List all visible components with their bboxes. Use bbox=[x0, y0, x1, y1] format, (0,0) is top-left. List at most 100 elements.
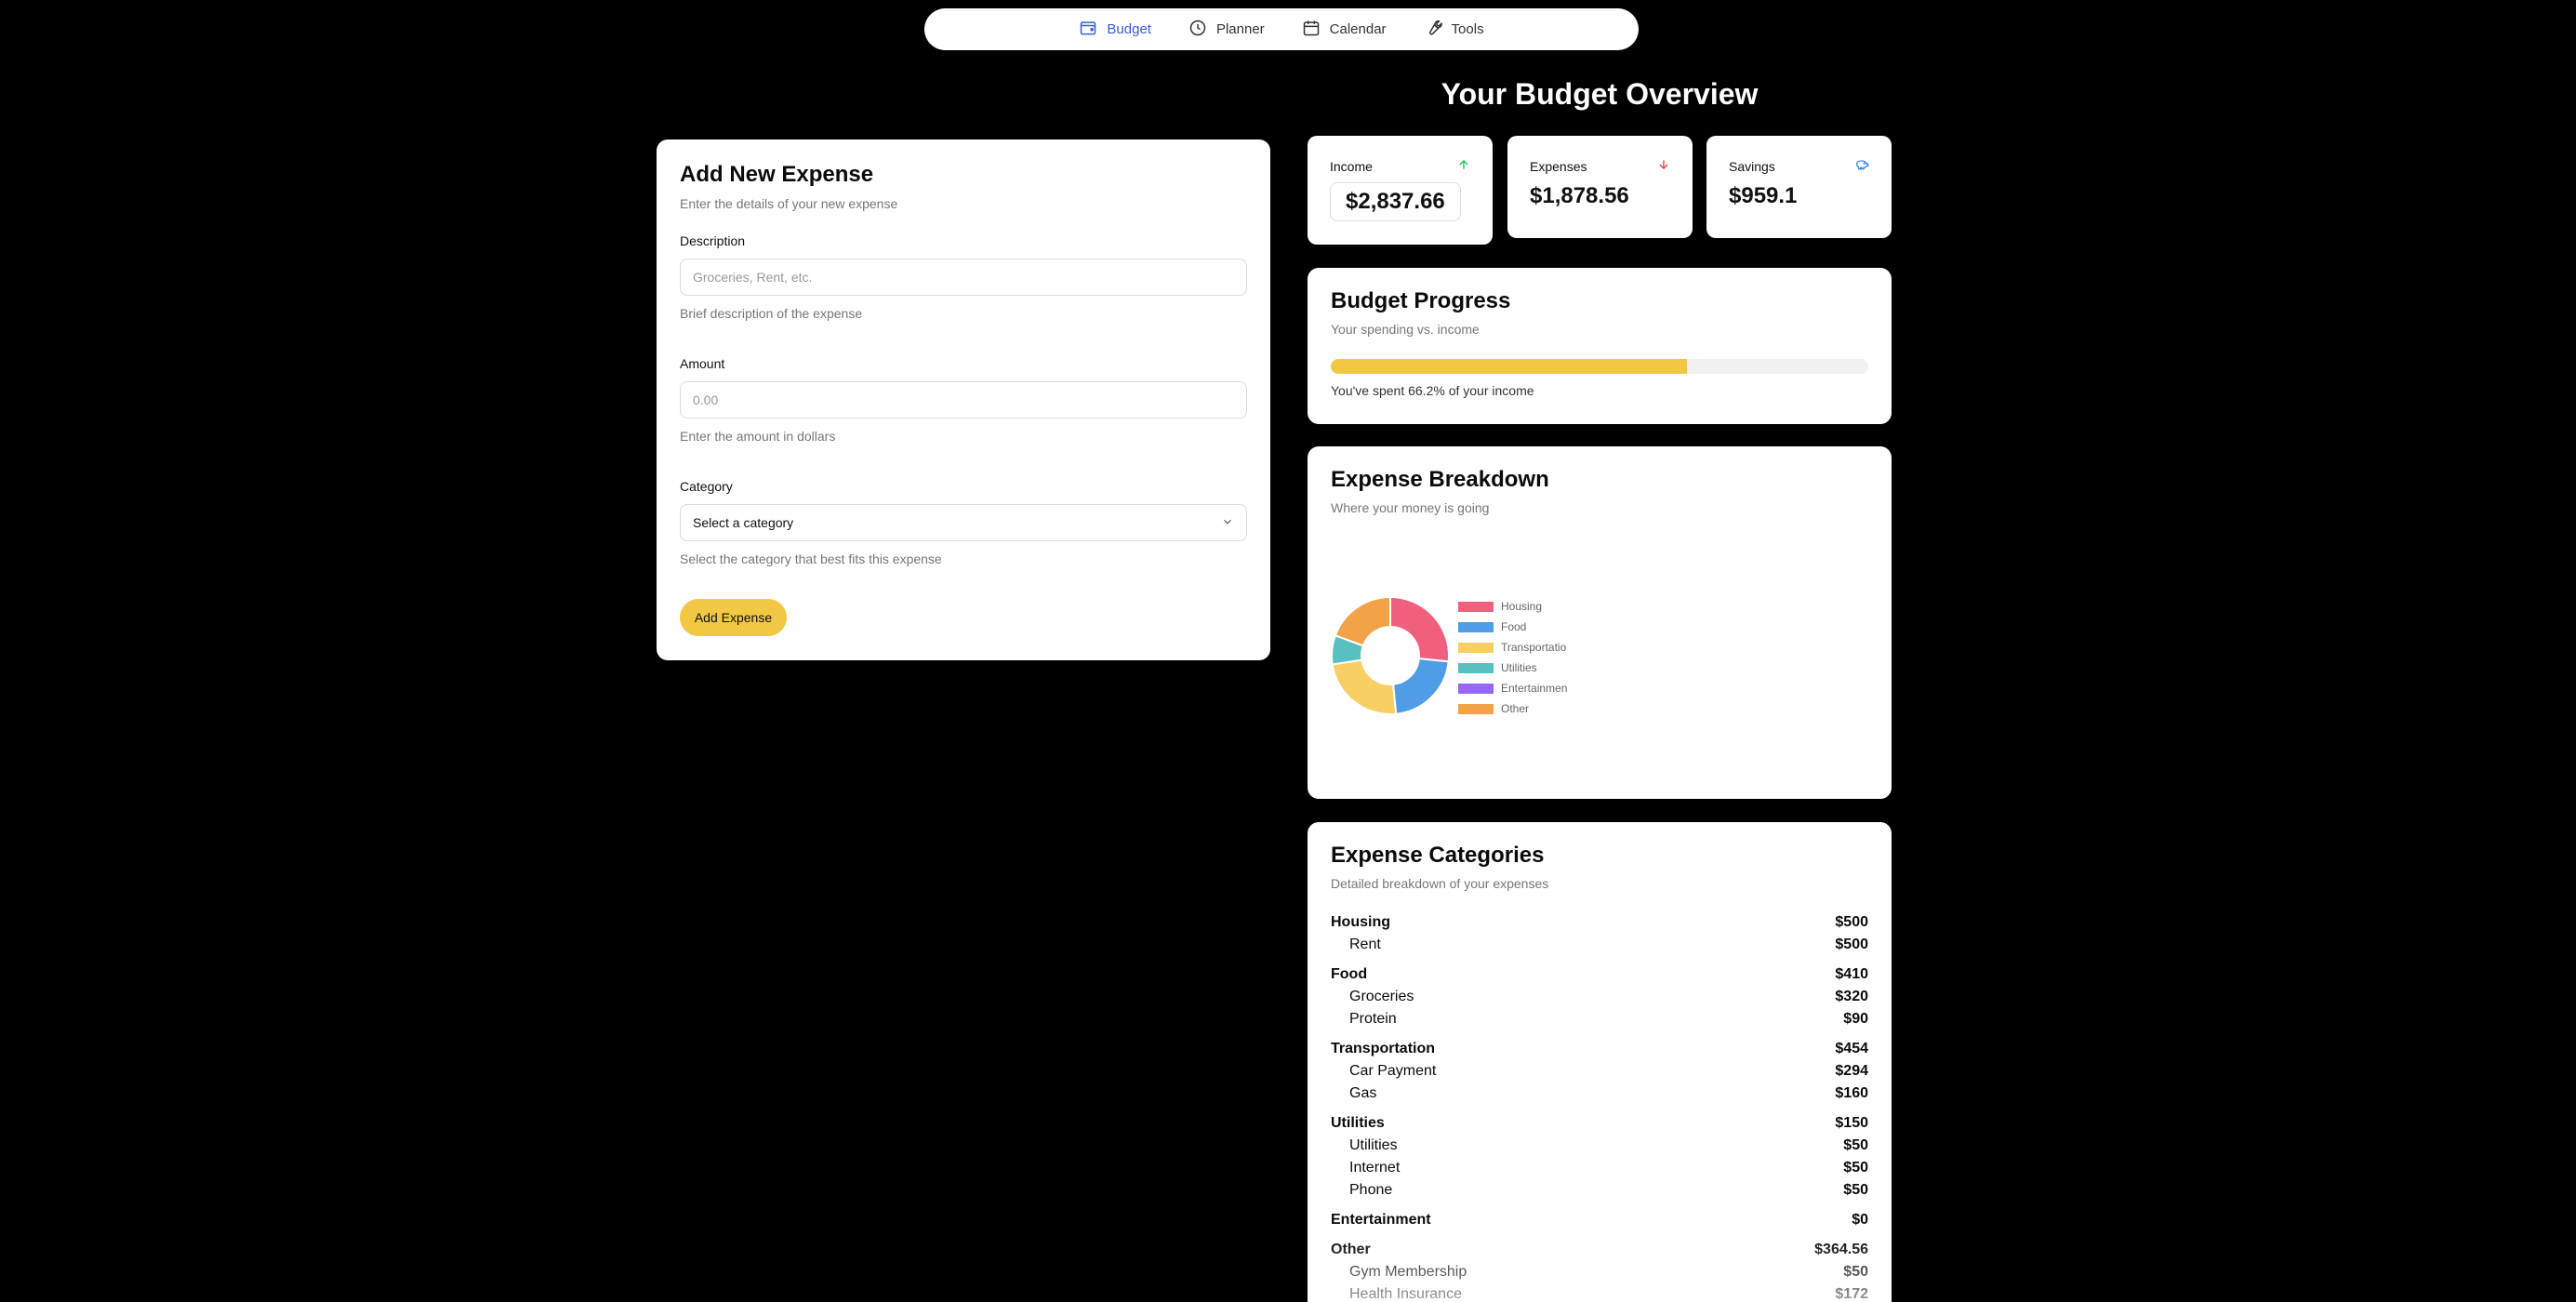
category-name: Entertainment bbox=[1331, 1212, 1431, 1228]
category-row: Other $364.56 bbox=[1331, 1239, 1868, 1261]
budget-progress-card: Budget Progress Your spending vs. income… bbox=[1308, 268, 1892, 424]
category-row: Entertainment $0 bbox=[1331, 1209, 1868, 1231]
legend-item-transportation: Transportatio bbox=[1458, 637, 1570, 658]
expense-item-name: Groceries bbox=[1349, 989, 1414, 1004]
category-row: Housing $500 bbox=[1331, 911, 1868, 934]
breakdown-title: Expense Breakdown bbox=[1331, 467, 1549, 492]
nav-item-calendar[interactable]: Calendar bbox=[1302, 19, 1387, 41]
category-total: $0 bbox=[1852, 1212, 1868, 1228]
wrench-icon bbox=[1424, 19, 1442, 41]
category-name: Transportation bbox=[1331, 1041, 1436, 1056]
amount-help: Enter the amount in dollars bbox=[680, 429, 836, 444]
expense-item-amount: $50 bbox=[1843, 1264, 1868, 1280]
category-group-housing: Housing $500 Rent $500 bbox=[1331, 911, 1868, 956]
expense-item-name: Phone bbox=[1349, 1182, 1393, 1198]
expense-item-row: Protein $90 bbox=[1331, 1008, 1868, 1030]
legend-label: Utilities bbox=[1501, 661, 1537, 674]
chevron-down-icon bbox=[1221, 515, 1234, 531]
legend-swatch bbox=[1458, 683, 1494, 694]
expense-item-row: Rent $500 bbox=[1331, 934, 1868, 956]
category-select-value: Select a category bbox=[693, 515, 794, 530]
expense-item-amount: $50 bbox=[1843, 1182, 1868, 1198]
expense-item-row: Utilities $50 bbox=[1331, 1135, 1868, 1157]
income-label: Income bbox=[1330, 158, 1373, 174]
categories-subtitle: Detailed breakdown of your expenses bbox=[1331, 876, 1549, 891]
expense-item-name: Protein bbox=[1349, 1011, 1397, 1027]
legend-item-entertainment: Entertainmen bbox=[1458, 678, 1570, 698]
add-expense-button[interactable]: Add Expense bbox=[680, 599, 787, 636]
pie-slice-transportation bbox=[1331, 658, 1398, 715]
category-list: Housing $500 Rent $500 Food $410 Groceries $320… bbox=[1331, 911, 1868, 1302]
category-total: $500 bbox=[1835, 914, 1868, 930]
legend-label: Transportatio bbox=[1501, 641, 1567, 654]
description-label: Description bbox=[680, 233, 746, 248]
top-nav: Budget Planner Calendar Tools bbox=[924, 8, 1639, 50]
expense-item-row: Gas $160 bbox=[1331, 1083, 1868, 1105]
form-title: Add New Expense bbox=[680, 162, 874, 187]
legend-swatch bbox=[1458, 642, 1494, 653]
category-row: Transportation $454 bbox=[1331, 1038, 1868, 1060]
category-field-group: Category Select a category Select the ca… bbox=[680, 479, 1247, 566]
legend-label: Housing bbox=[1501, 600, 1543, 613]
progress-subtitle: Your spending vs. income bbox=[1331, 322, 1480, 337]
expense-item-amount: $50 bbox=[1843, 1160, 1868, 1176]
pie-slice-housing bbox=[1389, 595, 1450, 663]
category-label: Category bbox=[680, 479, 733, 494]
progress-bar bbox=[1331, 359, 1868, 374]
legend-swatch bbox=[1458, 601, 1494, 612]
amount-input[interactable]: 0.00 bbox=[680, 381, 1247, 418]
expense-item-amount: $320 bbox=[1835, 989, 1868, 1004]
income-card: Income $2,837.66 bbox=[1308, 136, 1493, 245]
expense-item-row: Health Insurance $172 bbox=[1331, 1283, 1868, 1302]
category-total: $454 bbox=[1835, 1041, 1868, 1056]
category-name: Utilities bbox=[1331, 1115, 1385, 1131]
expense-item-name: Utilities bbox=[1349, 1137, 1398, 1153]
nav-item-planner[interactable]: Planner bbox=[1188, 19, 1265, 41]
clock-icon bbox=[1188, 19, 1207, 41]
expenses-card: Expenses $1,878.56 bbox=[1507, 136, 1693, 238]
expense-item-amount: $294 bbox=[1835, 1063, 1868, 1079]
description-input[interactable]: Groceries, Rent, etc. bbox=[680, 259, 1247, 296]
category-select[interactable]: Select a category bbox=[680, 504, 1247, 541]
expense-item-row: Internet $50 bbox=[1331, 1157, 1868, 1179]
arrow-up-icon bbox=[1457, 158, 1470, 174]
category-help: Select the category that best fits this … bbox=[680, 551, 942, 566]
breakdown-subtitle: Where your money is going bbox=[1331, 500, 1490, 515]
wallet-icon bbox=[1079, 19, 1097, 41]
nav-label-planner: Planner bbox=[1215, 21, 1265, 37]
overview-title: Your Budget Overview bbox=[1441, 77, 1759, 111]
category-name: Food bbox=[1331, 966, 1368, 982]
description-field-group: Description Groceries, Rent, etc. Brief … bbox=[680, 233, 1247, 321]
categories-title: Expense Categories bbox=[1331, 843, 1545, 868]
expense-item-amount: $160 bbox=[1835, 1085, 1868, 1101]
chart-legend: Housing Food Transportatio Utilities Enterta… bbox=[1458, 596, 1570, 719]
legend-item-food: Food bbox=[1458, 617, 1570, 637]
expense-item-amount: $172 bbox=[1835, 1286, 1868, 1302]
expense-breakdown-card: Expense Breakdown Where your money is go… bbox=[1308, 446, 1892, 799]
expense-item-row: Gym Membership $50 bbox=[1331, 1261, 1868, 1283]
category-group-other: Other $364.56 Gym Membership $50 Health Insu… bbox=[1331, 1239, 1868, 1302]
savings-card: Savings $959.1 bbox=[1706, 136, 1892, 238]
legend-label: Food bbox=[1501, 620, 1527, 633]
category-total: $364.56 bbox=[1814, 1242, 1868, 1257]
category-name: Housing bbox=[1331, 914, 1390, 930]
expenses-label: Expenses bbox=[1530, 158, 1587, 174]
category-row: Utilities $150 bbox=[1331, 1112, 1868, 1135]
category-group-food: Food $410 Groceries $320 Protein $90 bbox=[1331, 963, 1868, 1030]
category-name: Other bbox=[1331, 1242, 1371, 1257]
pie-slice-other bbox=[1334, 595, 1391, 647]
nav-item-tools[interactable]: Tools bbox=[1424, 19, 1484, 41]
expense-item-amount: $90 bbox=[1843, 1011, 1868, 1027]
add-expense-card: Add New Expense Enter the details of you… bbox=[657, 140, 1270, 660]
legend-item-other: Other bbox=[1458, 698, 1570, 719]
category-group-entertainment: Entertainment $0 bbox=[1331, 1209, 1868, 1231]
legend-swatch bbox=[1458, 621, 1494, 632]
expenses-value: $1,878.56 bbox=[1530, 183, 1629, 208]
nav-item-budget[interactable]: Budget bbox=[1079, 19, 1151, 41]
legend-label: Other bbox=[1501, 702, 1530, 715]
expense-item-row: Groceries $320 bbox=[1331, 986, 1868, 1008]
expense-donut-chart bbox=[1331, 595, 1450, 715]
arrow-down-icon bbox=[1657, 158, 1670, 174]
expense-item-name: Rent bbox=[1349, 937, 1381, 952]
pie-slice-food bbox=[1391, 658, 1450, 715]
